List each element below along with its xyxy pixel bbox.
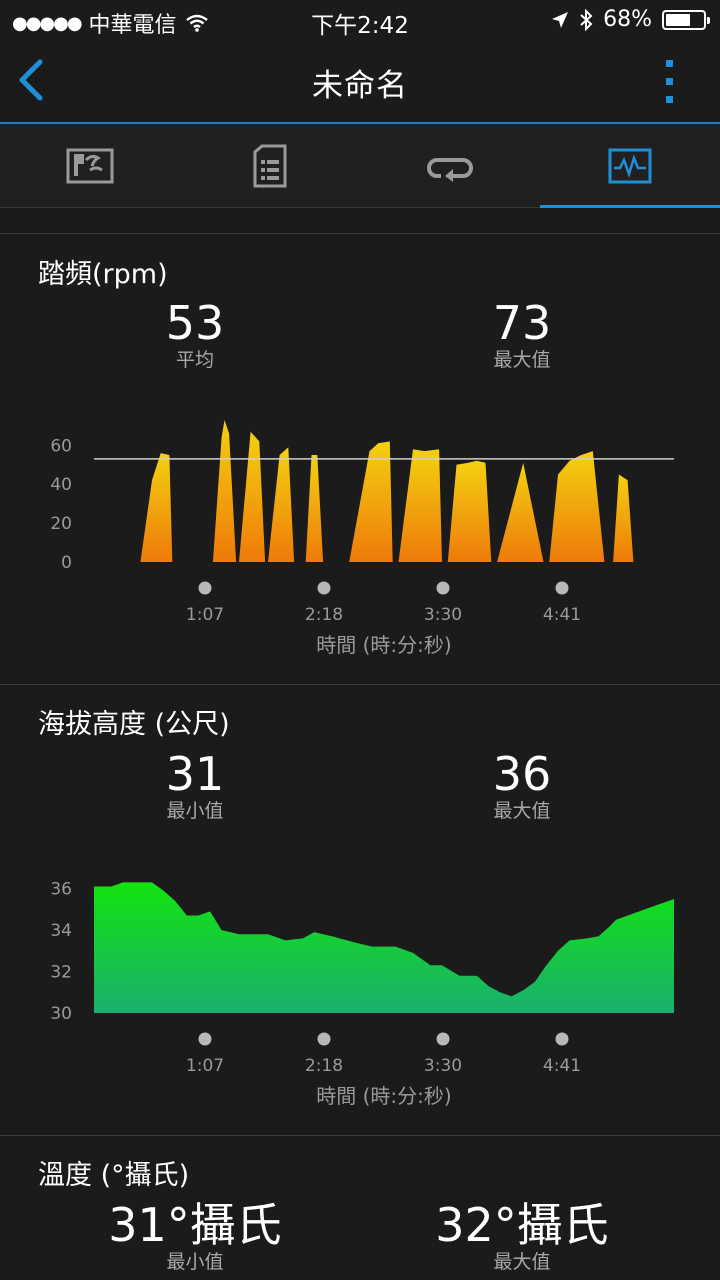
altitude-ytick-label: 32: [50, 963, 72, 983]
altitude-min-value: 31: [165, 747, 225, 801]
cadence-title: 踏頻(rpm): [38, 259, 168, 290]
cadence-xtick-label: 3:30: [424, 605, 462, 625]
altitude-ytick-label: 30: [50, 1004, 72, 1024]
cadence-avg: 53 平均: [95, 298, 295, 372]
tab-map[interactable]: [0, 124, 180, 207]
cadence-ytick-label: 20: [50, 514, 72, 534]
cadence-area-segment: [549, 451, 605, 562]
altitude-min: 31 最小值: [95, 749, 295, 823]
altitude-title: 海拔高度 (公尺): [38, 709, 230, 740]
cadence-area-segment: [140, 453, 173, 562]
cadence-xtick-label: 1:07: [186, 605, 224, 625]
tab-bar: [0, 124, 720, 208]
cadence-xtick-marker: [317, 581, 331, 595]
cadence-area-segment: [239, 431, 266, 562]
bluetooth-icon: [580, 8, 593, 31]
temperature-min: 31°攝氏 最小值: [95, 1200, 295, 1274]
altitude-chart: 36 34 32 30 1:07 2:18 3:30 4:41 時間 (時:分:秒): [50, 880, 674, 1108]
cadence-avg-label: 平均: [175, 349, 214, 371]
divider: [0, 684, 720, 685]
divider: [0, 1135, 720, 1136]
cadence-area-segment: [268, 447, 295, 562]
nav-bar: 未命名: [0, 40, 720, 124]
tab-laps[interactable]: [360, 124, 540, 207]
cadence-area-segment: [305, 455, 324, 562]
temperature-title: 溫度 (°攝氏): [38, 1160, 190, 1191]
battery-icon: [662, 9, 710, 30]
altitude-xtick-label: 1:07: [186, 1056, 224, 1076]
cadence-xtick-label: 4:41: [543, 605, 581, 625]
cadence-max-label: 最大值: [493, 349, 551, 371]
cadence-area-segment: [398, 449, 442, 562]
temperature-max: 32°攝氏 最大值: [422, 1200, 622, 1274]
altitude-area: [94, 882, 674, 1013]
page-title: 未命名: [312, 68, 408, 104]
chart-icon: [608, 148, 652, 183]
cadence-xtick-marker: [198, 581, 212, 595]
altitude-xtick-marker: [436, 1032, 450, 1046]
altitude-max: 36 最大值: [422, 749, 622, 823]
temperature-min-value: 31°攝氏: [108, 1198, 282, 1252]
altitude-ytick-label: 36: [50, 880, 72, 900]
cadence-chart: 60 40 20 0 1:07 2:18 3:30 4:41 時間 (時:分:秒): [50, 420, 674, 657]
cadence-ytick-label: 40: [50, 475, 72, 495]
vertical-dots-icon[interactable]: [664, 60, 676, 104]
tab-details[interactable]: [180, 124, 360, 207]
altitude-min-label: 最小值: [166, 800, 224, 822]
altitude-xaxis-title: 時間 (時:分:秒): [316, 1084, 451, 1108]
cadence-xtick-marker: [555, 581, 569, 595]
location-arrow-icon: [552, 11, 569, 28]
cadence-area-segment: [212, 420, 237, 562]
status-bar: ●●●●● 中華電信 下午2:42 68%: [0, 0, 720, 40]
cadence-max-value: 73: [492, 296, 552, 350]
altitude-xtick-marker: [317, 1032, 331, 1046]
battery-percent: 68%: [603, 7, 652, 32]
cadence-xaxis-title: 時間 (時:分:秒): [316, 633, 451, 657]
map-icon: [66, 148, 114, 183]
altitude-xtick-label: 2:18: [305, 1056, 343, 1076]
cadence-ytick-label: 60: [50, 436, 72, 456]
cadence-xtick-label: 2:18: [305, 605, 343, 625]
temperature-max-value: 32°攝氏: [435, 1198, 609, 1252]
document-list-icon: [253, 144, 287, 187]
cadence-area-segment: [497, 462, 544, 562]
divider: [0, 233, 720, 234]
altitude-xtick-label: 4:41: [543, 1056, 581, 1076]
cadence-xtick-marker: [436, 581, 450, 595]
temperature-min-label: 最小值: [166, 1251, 224, 1273]
cadence-avg-value: 53: [165, 296, 225, 350]
cadence-area-segment: [613, 474, 634, 562]
altitude-xtick-marker: [198, 1032, 212, 1046]
temperature-max-label: 最大值: [493, 1251, 551, 1273]
cadence-ytick-label: 0: [61, 553, 72, 573]
altitude-max-label: 最大值: [493, 800, 551, 822]
altitude-ytick-label: 34: [50, 921, 72, 941]
laps-loop-icon: [427, 157, 473, 182]
altitude-max-value: 36: [492, 747, 552, 801]
cadence-area-segment: [447, 460, 492, 562]
altitude-xtick-marker: [555, 1032, 569, 1046]
altitude-xtick-label: 3:30: [424, 1056, 462, 1076]
cadence-max: 73 最大值: [422, 298, 622, 372]
tab-charts[interactable]: [540, 124, 720, 208]
